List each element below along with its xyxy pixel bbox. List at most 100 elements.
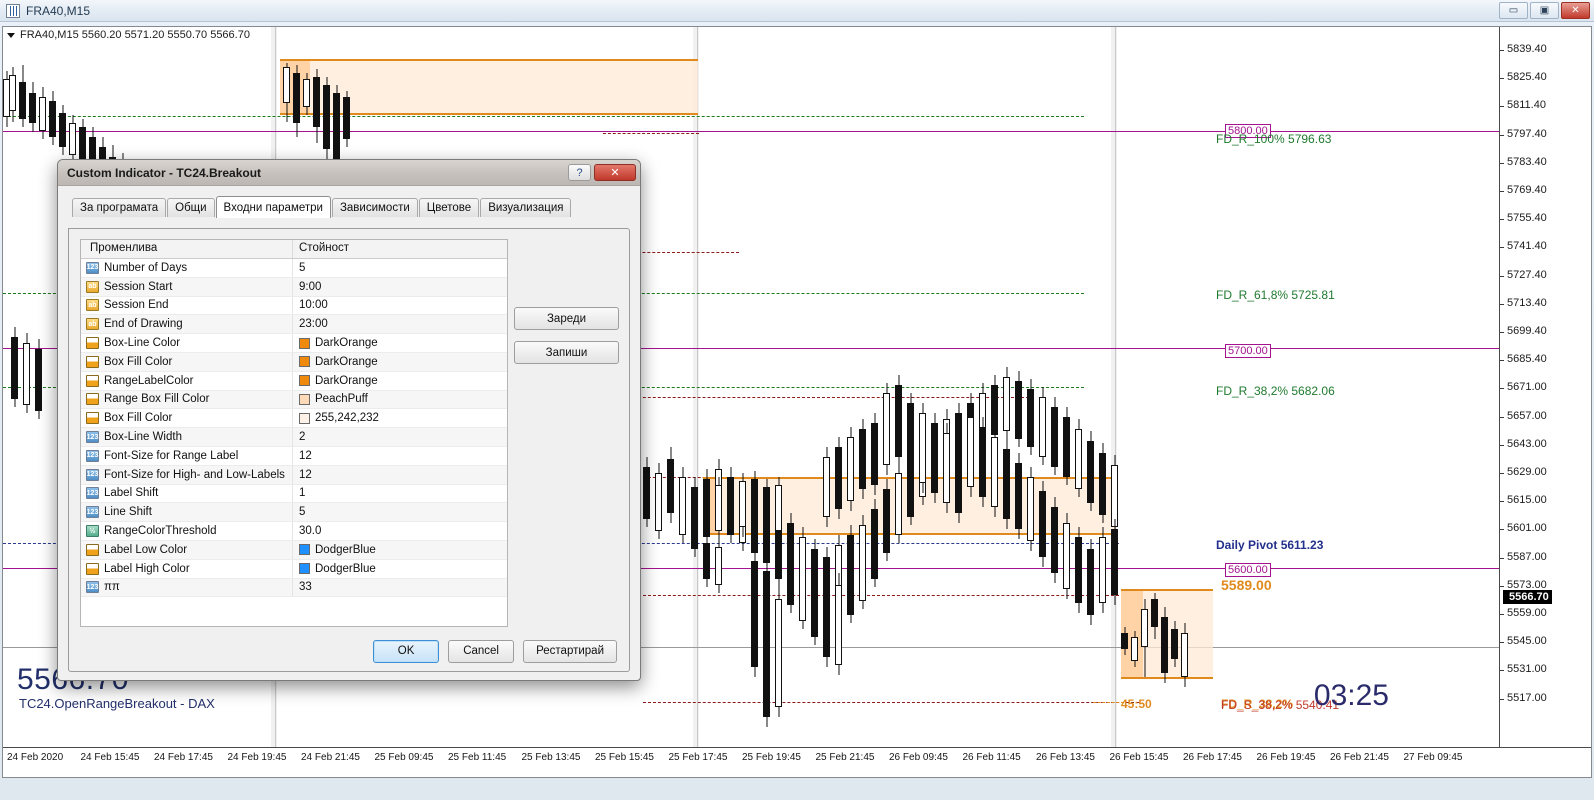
time-axis[interactable]: 24 Feb 2020 24 Feb 15:45 24 Feb 17:45 24 Fe… (3, 747, 1591, 777)
table-row[interactable]: ab End of Drawing 23:00 (81, 315, 507, 335)
annotation-fib-r-100: FD_R_100% 5796.63 (1216, 132, 1332, 146)
candlestick (1161, 607, 1168, 683)
parameter-value[interactable]: 10:00 (299, 299, 328, 311)
parameters-grid[interactable]: Променлива Стойност 123 Number of Days 5 ab… (80, 239, 508, 627)
parameter-value[interactable]: 12 (299, 450, 312, 462)
parameter-name: RangeLabelColor (104, 374, 194, 387)
tab-5[interactable]: Цветове (418, 198, 480, 217)
restart-button[interactable]: Рестартирай (523, 639, 617, 663)
ok-button[interactable]: OK (373, 639, 440, 663)
candlestick (1171, 621, 1178, 667)
parameter-value[interactable]: 5 (299, 506, 305, 518)
tab-6[interactable]: Визуализация (480, 198, 572, 217)
color-icon (86, 374, 99, 387)
parameter-value[interactable]: DodgerBlue (315, 563, 376, 575)
table-row[interactable]: ab Session End 10:00 (81, 296, 507, 316)
candlestick (343, 91, 350, 147)
parameter-value[interactable]: 33 (299, 581, 312, 593)
dialog-footer-buttons[interactable]: OK Cancel Рестартирай (69, 631, 629, 671)
cancel-button[interactable]: Cancel (448, 639, 515, 663)
collapse-triangle-icon[interactable] (7, 32, 15, 38)
string-icon: ab (86, 299, 99, 312)
table-row[interactable]: Range Box Fill Color PeachPuff (81, 390, 507, 410)
time-tick: 26 Feb 11:45 (962, 752, 1021, 763)
table-row[interactable]: 123 ππ 33 (81, 578, 507, 598)
candlestick (907, 393, 914, 483)
table-row[interactable]: 123 Label Shift 1 (81, 484, 507, 504)
dialog-close-button[interactable]: ✕ (594, 164, 636, 181)
custom-indicator-dialog[interactable]: Custom Indicator - TC24.Breakout ? ✕ За … (57, 159, 641, 681)
candlestick (919, 403, 926, 493)
color-icon (86, 412, 99, 425)
table-row[interactable]: 123 Font-Size for Range Label 12 (81, 446, 507, 466)
grid-side-buttons[interactable]: Зареди Запиши (514, 307, 619, 375)
candlestick (11, 327, 18, 407)
table-row[interactable]: Box Fill Color 255,242,232 (81, 409, 507, 429)
table-row[interactable]: Label Low Color DodgerBlue (81, 540, 507, 560)
parameter-value[interactable]: PeachPuff (315, 393, 368, 405)
integer-icon: 123 (86, 487, 99, 500)
candlestick (1131, 631, 1138, 667)
time-tick: 24 Feb 2020 (7, 752, 64, 763)
time-tick: 25 Feb 11:45 (448, 752, 507, 763)
candlestick (715, 477, 722, 541)
candlestick (811, 539, 818, 645)
string-icon: ab (86, 280, 99, 293)
table-row[interactable]: Label High Color DodgerBlue (81, 559, 507, 579)
parameter-value[interactable]: DarkOrange (315, 337, 378, 349)
table-row[interactable]: 123 Number of Days 5 (81, 259, 507, 278)
candlestick (313, 69, 320, 143)
price-axis[interactable]: 5839.40 5825.40 5811.40 5797.40 5783.40 5769.… (1499, 27, 1591, 747)
candlestick (835, 573, 842, 675)
candlestick (1063, 407, 1070, 485)
parameter-value[interactable]: 30.0 (299, 525, 321, 537)
close-button[interactable]: ✕ (1561, 2, 1590, 19)
annotation-level-5600: 5600.00 (1225, 563, 1271, 577)
candlestick (715, 539, 722, 593)
candlestick (787, 513, 794, 613)
minimize-button[interactable]: ▭ (1499, 2, 1528, 19)
parameter-value[interactable]: 255,242,232 (315, 412, 379, 424)
table-row[interactable]: ab Session Start 9:00 (81, 277, 507, 297)
time-tick: 26 Feb 15:45 (1109, 752, 1169, 763)
maximize-button[interactable]: ▣ (1530, 2, 1559, 19)
parameter-value[interactable]: 5 (299, 262, 305, 274)
parameter-name: Line Shift (104, 506, 152, 519)
candlestick (39, 87, 46, 139)
table-row[interactable]: 123 Font-Size for High- and Low-Labels 12 (81, 465, 507, 485)
candlestick (763, 557, 770, 727)
candlestick (23, 333, 30, 413)
parameter-value[interactable]: DarkOrange (315, 375, 378, 387)
candlestick (775, 477, 782, 541)
table-row[interactable]: ½ RangeColorThreshold 30.0 (81, 522, 507, 541)
table-row[interactable]: 123 Line Shift 5 (81, 503, 507, 523)
table-row[interactable]: RangeLabelColor DarkOrange (81, 371, 507, 391)
save-button[interactable]: Запиши (514, 341, 619, 364)
parameter-name: Font-Size for High- and Low-Labels (104, 468, 285, 481)
parameter-value[interactable]: DodgerBlue (315, 544, 376, 556)
parameter-value[interactable]: 2 (299, 431, 305, 443)
table-row[interactable]: Box-Line Color DarkOrange (81, 334, 507, 353)
candlestick (883, 383, 890, 475)
parameter-name: Label High Color (104, 562, 190, 575)
load-button[interactable]: Зареди (514, 307, 619, 330)
table-row[interactable]: Box Fill Color DarkOrange (81, 352, 507, 372)
parameter-value[interactable]: 12 (299, 469, 312, 481)
table-row[interactable]: 123 Box-Line Width 2 (81, 428, 507, 447)
help-button[interactable]: ? (568, 164, 591, 181)
color-swatch (299, 393, 310, 405)
parameter-value[interactable]: DarkOrange (315, 356, 378, 368)
tab-3[interactable]: Входни параметри (215, 196, 331, 218)
dialog-tabs[interactable]: За програмата Общи Входни параметри Зависим… (72, 196, 630, 218)
parameter-value[interactable]: 1 (299, 487, 305, 499)
tab-1[interactable]: За програмата (72, 198, 167, 217)
parameter-value[interactable]: 9:00 (299, 281, 321, 293)
tab-2[interactable]: Общи (167, 198, 215, 217)
candlestick (293, 65, 300, 137)
parameter-value[interactable]: 23:00 (299, 318, 328, 330)
tab-4[interactable]: Зависимости (331, 198, 418, 217)
candlestick (727, 475, 734, 539)
time-tick: 25 Feb 19:45 (742, 752, 801, 763)
candlestick (751, 547, 758, 677)
candlestick (1063, 513, 1070, 599)
